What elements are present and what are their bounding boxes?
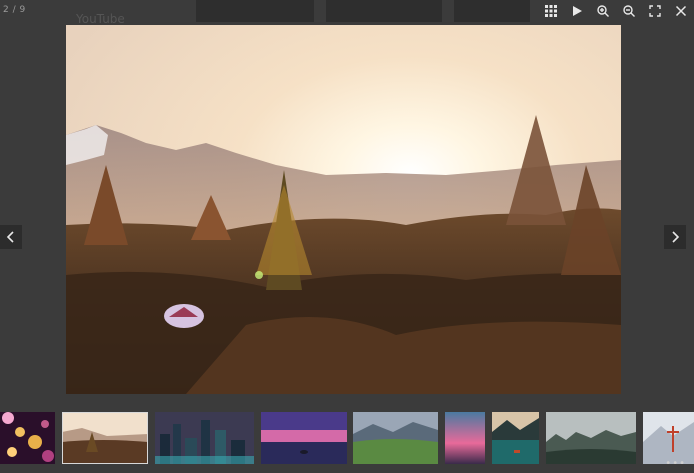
mountain-lake-thumbnail <box>492 412 539 464</box>
fullscreen-icon <box>649 5 661 17</box>
background-thumbnail <box>196 0 314 22</box>
fullscreen-button[interactable] <box>642 0 668 22</box>
grid-icon <box>545 5 557 17</box>
purple-sunset-thumbnail <box>261 412 347 464</box>
image-counter: 2 / 9 <box>3 5 26 15</box>
close-button[interactable] <box>668 0 694 22</box>
more-thumbnails-indicator: ••• <box>665 458 686 469</box>
viewer-toolbar <box>538 0 694 22</box>
next-image-button[interactable] <box>664 225 686 249</box>
slideshow-play-button[interactable] <box>564 0 590 22</box>
thumbnail-1[interactable] <box>0 412 55 464</box>
chevron-right-icon <box>672 231 680 243</box>
thumbnail-8[interactable] <box>546 412 636 464</box>
thumbnail-4[interactable] <box>261 412 347 464</box>
thumbnails-grid-button[interactable] <box>538 0 564 22</box>
snowy-mountain-thumbnail <box>643 412 694 464</box>
background-thumbnail <box>454 0 530 22</box>
zoom-in-icon <box>597 5 609 17</box>
thumbnail-strip: ••• <box>0 410 694 468</box>
zoom-out-button[interactable] <box>616 0 642 22</box>
background-page-text: YouTube <box>76 12 125 26</box>
previous-image-button[interactable] <box>0 225 22 249</box>
pink-sky-thumbnail <box>445 412 485 464</box>
chevron-left-icon <box>6 231 14 243</box>
main-image[interactable] <box>66 25 621 394</box>
city-skyline-thumbnail <box>155 412 254 464</box>
close-icon <box>675 5 687 17</box>
bokeh-lights-thumbnail <box>0 412 55 464</box>
mountain-sunset-thumbnail <box>62 412 148 464</box>
zoom-in-button[interactable] <box>590 0 616 22</box>
thumbnail-9[interactable] <box>643 412 694 464</box>
thumbnail-3[interactable] <box>155 412 254 464</box>
background-thumbnail <box>326 0 442 22</box>
zoom-out-icon <box>623 5 635 17</box>
green-valley-thumbnail <box>353 412 438 464</box>
foggy-forest-thumbnail <box>546 412 636 464</box>
play-icon <box>573 6 582 16</box>
mountain-sunset-photo <box>66 25 621 394</box>
thumbnail-5[interactable] <box>353 412 438 464</box>
thumbnail-2[interactable] <box>62 412 148 464</box>
thumbnail-7[interactable] <box>492 412 539 464</box>
thumbnail-6[interactable] <box>445 412 485 464</box>
